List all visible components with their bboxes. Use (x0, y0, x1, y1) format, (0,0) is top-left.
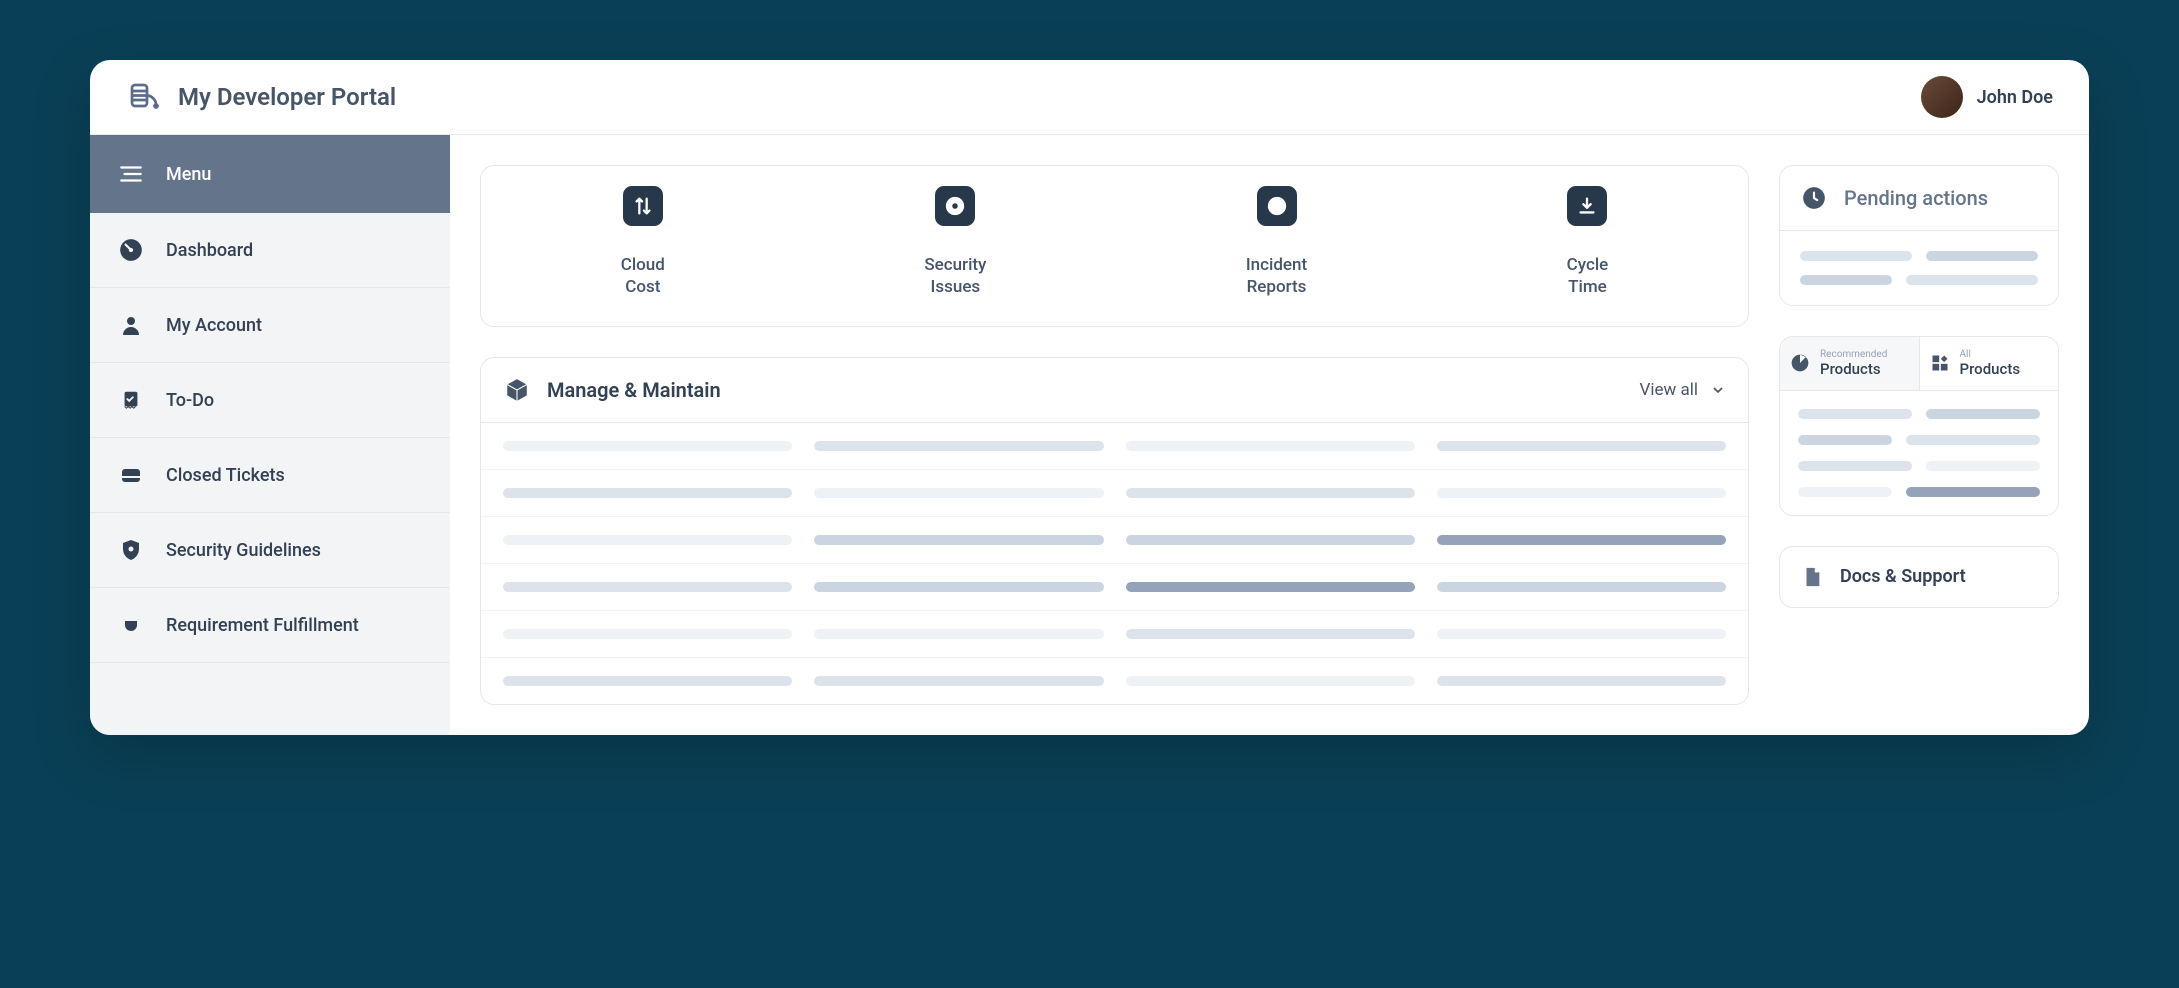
metric-cycle-time[interactable]: CycleTime (1567, 186, 1609, 298)
list-item (1798, 435, 2040, 445)
sidebar-item-label: Closed Tickets (166, 465, 285, 486)
metric-cloud-cost[interactable]: CloudCost (621, 186, 665, 298)
cycle-time-icon (1567, 186, 1607, 226)
clock-icon (1800, 184, 1828, 212)
tab-all-products[interactable]: All Products (1920, 337, 2059, 390)
metric-label: CycleTime (1567, 254, 1609, 298)
table-row (481, 423, 1748, 470)
manage-maintain-card: Manage & Maintain View all (480, 357, 1749, 705)
main-content: CloudCost SecurityIssues IncidentReports (450, 135, 2089, 735)
security-issues-icon (935, 186, 975, 226)
pending-actions-card: Pending actions (1779, 165, 2059, 306)
menu-icon (118, 161, 144, 187)
logo-icon (126, 79, 162, 115)
sidebar-item-label: Menu (166, 164, 211, 185)
manage-section-header: Manage & Maintain View all (481, 358, 1748, 423)
products-card: Recommended Products All Products (1779, 336, 2059, 516)
sidebar-item-security-guidelines[interactable]: Security Guidelines (90, 513, 450, 588)
products-tabs: Recommended Products All Products (1780, 337, 2058, 391)
products-body (1780, 391, 2058, 515)
table-row (481, 658, 1748, 704)
metric-label: CloudCost (621, 254, 665, 298)
sidebar-item-label: Security Guidelines (166, 540, 321, 561)
list-item (1798, 409, 2040, 419)
manage-rows (481, 423, 1748, 704)
tab-recommended-products[interactable]: Recommended Products (1780, 337, 1920, 390)
sidebar-item-menu[interactable]: Menu (90, 135, 450, 213)
cloud-cost-icon (623, 186, 663, 226)
shield-icon (118, 537, 144, 563)
sidebar-item-label: To-Do (166, 390, 214, 411)
table-row (481, 517, 1748, 564)
card-icon (118, 462, 144, 488)
sidebar-item-label: My Account (166, 315, 262, 336)
grid-icon (1930, 353, 1950, 373)
sidebar-item-label: Requirement Fulfillment (166, 615, 359, 636)
plug-icon (118, 612, 144, 638)
brand: My Developer Portal (126, 79, 396, 115)
manage-section-title: Manage & Maintain (547, 378, 721, 402)
pending-header: Pending actions (1780, 166, 2058, 231)
pending-body (1780, 231, 2058, 305)
metric-incident-reports[interactable]: IncidentReports (1246, 186, 1307, 298)
table-row (481, 611, 1748, 658)
document-icon (1798, 563, 1826, 591)
app-window: My Developer Portal John Doe Menu Dashbo… (90, 60, 2089, 735)
list-item (1798, 461, 2040, 471)
receipt-icon (118, 387, 144, 413)
user-name: John Doe (1977, 87, 2053, 108)
user-icon (118, 312, 144, 338)
page-title: My Developer Portal (178, 83, 396, 111)
list-item (1798, 487, 2040, 497)
table-row (481, 564, 1748, 611)
sidebar-item-my-account[interactable]: My Account (90, 288, 450, 363)
chevron-down-icon (1710, 382, 1726, 398)
table-row (481, 470, 1748, 517)
list-item (1800, 251, 2038, 261)
box-icon (503, 376, 531, 404)
pie-icon (1790, 353, 1810, 373)
metrics-card: CloudCost SecurityIssues IncidentReports (480, 165, 1749, 327)
docs-title: Docs & Support (1840, 566, 1966, 587)
sidebar-item-dashboard[interactable]: Dashboard (90, 213, 450, 288)
list-item (1800, 275, 2038, 285)
sidebar-item-label: Dashboard (166, 240, 253, 261)
metric-label: SecurityIssues (924, 254, 986, 298)
header: My Developer Portal John Doe (90, 60, 2089, 135)
user-profile[interactable]: John Doe (1921, 76, 2053, 118)
pending-title: Pending actions (1844, 186, 1988, 210)
sidebar-item-requirement-fulfillment[interactable]: Requirement Fulfillment (90, 588, 450, 663)
incident-reports-icon (1257, 186, 1297, 226)
metric-label: IncidentReports (1246, 254, 1307, 298)
sidebar-item-todo[interactable]: To-Do (90, 363, 450, 438)
docs-support-card[interactable]: Docs & Support (1779, 546, 2059, 608)
view-all-link[interactable]: View all (1640, 380, 1726, 400)
sidebar-item-closed-tickets[interactable]: Closed Tickets (90, 438, 450, 513)
sidebar: Menu Dashboard My Account To-Do (90, 135, 450, 735)
gauge-icon (118, 237, 144, 263)
avatar (1921, 76, 1963, 118)
metric-security-issues[interactable]: SecurityIssues (924, 186, 986, 298)
